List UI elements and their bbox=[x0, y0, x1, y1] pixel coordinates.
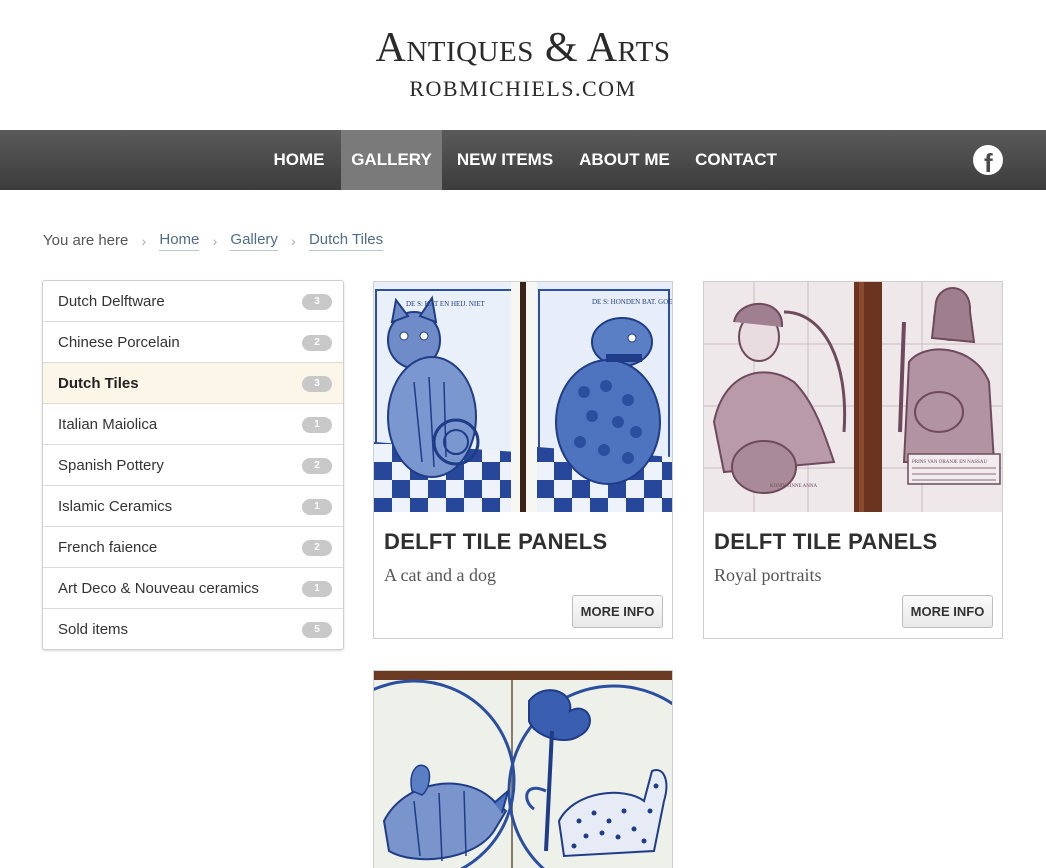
count-badge: 2 bbox=[302, 335, 332, 351]
category-sidebar: Dutch Delftware 3 Chinese Porcelain 2 Du… bbox=[42, 280, 344, 650]
site-logo[interactable]: Antiques & Arts ROBMICHIELS.COM bbox=[0, 0, 1046, 130]
sidebar-item-label: Chinese Porcelain bbox=[58, 334, 180, 351]
sidebar-item-islamic-ceramics[interactable]: Islamic Ceramics 1 bbox=[43, 486, 343, 527]
breadcrumb-gallery[interactable]: Gallery bbox=[230, 230, 278, 251]
count-badge: 3 bbox=[302, 376, 332, 392]
nav-about-me[interactable]: ABOUT ME bbox=[568, 130, 681, 190]
tile-caption-cat: DE S: KAT EN HEIJ. NIET bbox=[406, 300, 486, 308]
card-title: DELFT TILE PANELS bbox=[384, 529, 608, 554]
count-badge: 2 bbox=[302, 458, 332, 474]
chevron-right-icon: › bbox=[291, 233, 296, 249]
sidebar-item-italian-maiolica[interactable]: Italian Maiolica 1 bbox=[43, 404, 343, 445]
product-card bbox=[373, 670, 673, 868]
sidebar-item-label: Dutch Delftware bbox=[58, 293, 165, 310]
sidebar-item-french-faience[interactable]: French faience 2 bbox=[43, 527, 343, 568]
chevron-right-icon: › bbox=[212, 233, 218, 249]
breadcrumb-dutch-tiles[interactable]: Dutch Tiles bbox=[308, 230, 384, 251]
sidebar-item-sold-items[interactable]: Sold items 5 bbox=[43, 609, 343, 649]
card-title: DELFT TILE PANELS bbox=[714, 529, 938, 554]
sidebar-item-label: Spanish Pottery bbox=[58, 457, 164, 474]
sidebar-item-label: Dutch Tiles bbox=[58, 375, 139, 392]
sidebar-item-dutch-delftware[interactable]: Dutch Delftware 3 bbox=[43, 281, 343, 322]
count-badge: 3 bbox=[302, 294, 332, 310]
site-domain: ROBMICHIELS.COM bbox=[409, 76, 637, 101]
tile-caption-queen: KONINGINNE ANNA bbox=[770, 484, 817, 489]
facebook-icon[interactable]: f bbox=[973, 145, 1003, 178]
main-nav: HOME GALLERY NEW ITEMS ABOUT ME CONTACT bbox=[0, 130, 1046, 190]
chevron-right-icon: › bbox=[141, 233, 147, 249]
nav-contact[interactable]: CONTACT bbox=[688, 130, 784, 190]
site-title: Antiques & Arts bbox=[375, 25, 671, 71]
sidebar-item-art-deco-nouveau[interactable]: Art Deco & Nouveau ceramics 1 bbox=[43, 568, 343, 609]
sidebar-item-dutch-tiles[interactable]: Dutch Tiles 3 bbox=[43, 363, 343, 404]
sidebar-item-label: French faience bbox=[58, 539, 158, 556]
product-image-rhino-and-leopard[interactable] bbox=[374, 671, 672, 868]
sidebar-item-label: Art Deco & Nouveau ceramics bbox=[58, 580, 259, 597]
nav-gallery[interactable]: GALLERY bbox=[341, 130, 442, 190]
breadcrumb-home[interactable]: Home bbox=[159, 230, 200, 251]
product-image-cat-and-dog[interactable]: DE S: KAT EN HEIJ. NIET DE S: HONDEN BAT… bbox=[374, 282, 672, 512]
more-info-button[interactable]: MORE INFO bbox=[902, 595, 993, 628]
count-badge: 1 bbox=[302, 417, 332, 433]
count-badge: 2 bbox=[302, 540, 332, 556]
nav-new-items[interactable]: NEW ITEMS bbox=[449, 130, 561, 190]
sidebar-item-chinese-porcelain[interactable]: Chinese Porcelain 2 bbox=[43, 322, 343, 363]
card-subtitle: Royal portraits bbox=[714, 565, 822, 585]
breadcrumb-prefix: You are here bbox=[43, 232, 129, 249]
sidebar-item-spanish-pottery[interactable]: Spanish Pottery 2 bbox=[43, 445, 343, 486]
breadcrumb: You are here › Home › Gallery › Dutch Ti… bbox=[43, 230, 384, 252]
count-badge: 5 bbox=[302, 622, 332, 638]
tile-caption-prince: PRINS VAN ORANJE EN NASSAU bbox=[912, 460, 987, 465]
tile-caption-dog: DE S: HONDEN BAT. GOET. bbox=[592, 298, 672, 306]
more-info-button[interactable]: MORE INFO bbox=[572, 595, 663, 628]
product-image-royal-portraits[interactable]: KONINGINNE ANNA PRINS VAN ORANJE EN NASS… bbox=[704, 282, 1002, 512]
product-card: DE S: KAT EN HEIJ. NIET DE S: HONDEN BAT… bbox=[373, 281, 673, 639]
sidebar-item-label: Islamic Ceramics bbox=[58, 498, 173, 515]
product-card: KONINGINNE ANNA PRINS VAN ORANJE EN NASS… bbox=[703, 281, 1003, 639]
sidebar-item-label: Sold items bbox=[58, 621, 129, 638]
count-badge: 1 bbox=[302, 499, 332, 515]
sidebar-item-label: Italian Maiolica bbox=[58, 416, 158, 433]
count-badge: 1 bbox=[302, 581, 332, 597]
nav-home[interactable]: HOME bbox=[264, 130, 334, 190]
card-subtitle: A cat and a dog bbox=[384, 565, 496, 585]
